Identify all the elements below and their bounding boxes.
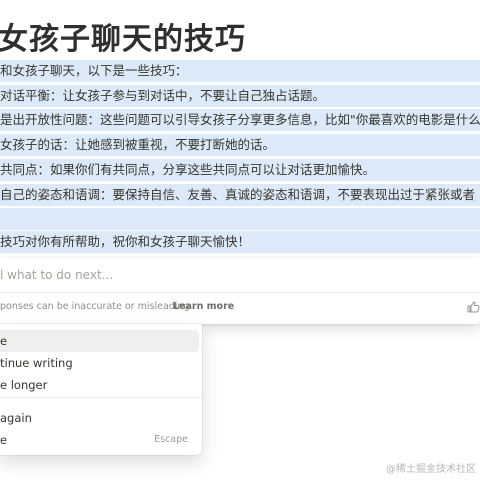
menu-item-try-again[interactable]: again [0,407,200,429]
content-line[interactable]: 对话平衡：让女孩子参与到对话中，不要让自己独占话题。 [0,85,480,107]
content-line[interactable]: 共同点：如果你们有共同点，分享这些共同点可以让对话更加愉快。 [0,159,480,181]
menu-item-done[interactable]: e [0,330,199,352]
ai-prompt-input[interactable] [0,262,470,288]
menu-item-label: again [0,411,32,425]
menu-item-close[interactable]: e Escape [0,429,200,451]
disclaimer-text: ponses can be inaccurate or misleading. [0,301,193,312]
content-line[interactable]: 和女孩子聊天，以下是一些技巧： [0,60,480,82]
menu-item-label: e [0,433,8,447]
learn-more-link[interactable]: Learn more [173,301,234,312]
content-line[interactable]: 女孩子的话：让她感到被重视，不要打断她的话。 [0,134,480,156]
menu-item-make-longer[interactable]: e longer [0,374,200,396]
menu-item-continue-writing[interactable]: tinue writing [0,352,200,374]
menu-item-label: e longer [0,378,48,392]
menu-item-label: tinue writing [0,356,73,370]
watermark: @稀土掘金技术社区 [386,464,476,475]
content-line[interactable]: 技巧对你有所帮助，祝你和女孩子聊天愉快！ [0,231,480,253]
page-title: 女孩子聊天的技巧 [0,22,246,57]
menu-divider [0,397,202,398]
ai-prompt-panel: ponses can be inaccurate or misleading. … [0,258,480,324]
content-line[interactable]: 是出开放性问题：这些问题可以引导女孩子分享更多信息，比如"你最喜欢的电影是什么 [0,109,480,131]
content-line[interactable] [0,208,480,230]
thumbs-up-icon[interactable] [466,299,480,313]
content-line[interactable]: 自己的姿态和语调：要保持自信、友善、真诚的姿态和语调，不要表现出过于紧张或者 [0,184,480,206]
panel-divider [0,292,480,293]
menu-item-label: e [0,334,8,348]
escape-shortcut: Escape [154,434,188,445]
